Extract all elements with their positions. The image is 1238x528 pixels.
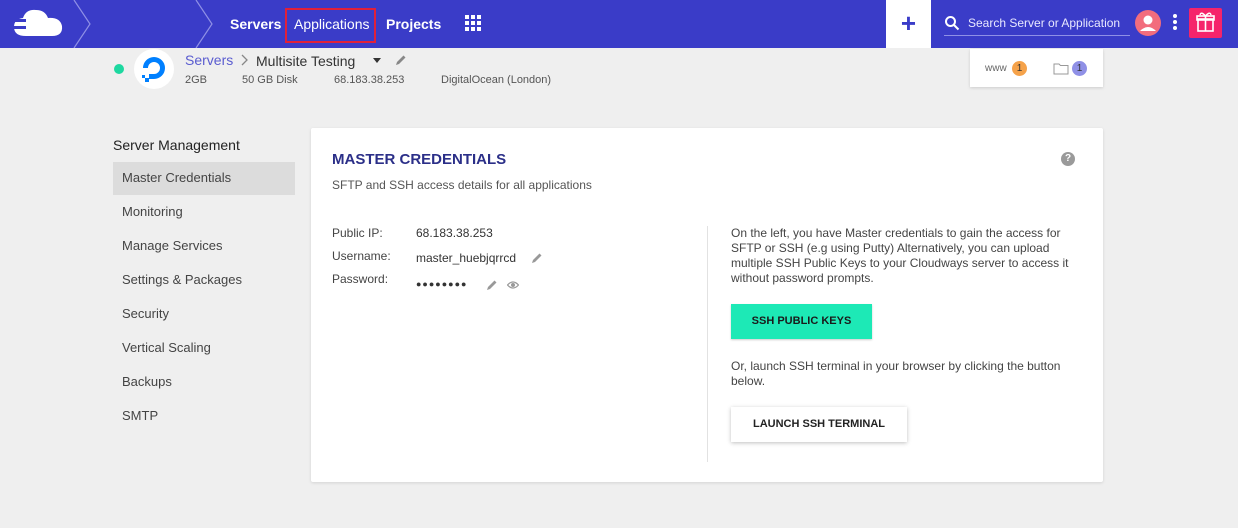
gift-icon bbox=[1196, 12, 1215, 32]
gift-button[interactable] bbox=[1189, 8, 1222, 38]
master-credentials-card: MASTER CREDENTIALS SFTP and SSH access d… bbox=[311, 128, 1103, 482]
username-label: Username: bbox=[332, 249, 391, 263]
sidebar-title: Server Management bbox=[113, 137, 240, 153]
sidebar-item-manage-services[interactable]: Manage Services bbox=[113, 230, 295, 263]
edit-pencil-icon[interactable] bbox=[395, 54, 407, 66]
column-divider bbox=[707, 226, 708, 462]
search-icon bbox=[945, 16, 960, 31]
user-icon bbox=[1140, 15, 1156, 31]
server-ram: 2GB bbox=[185, 74, 208, 86]
server-name[interactable]: Multisite Testing bbox=[256, 53, 355, 69]
server-ip: 68.183.38.253 bbox=[334, 74, 405, 86]
public-ip-value: 68.183.38.253 bbox=[416, 226, 493, 240]
breadcrumb-chevron-icon bbox=[73, 0, 91, 48]
sidebar-item-security[interactable]: Security bbox=[113, 298, 295, 331]
sidebar-item-vertical-scaling[interactable]: Vertical Scaling bbox=[113, 332, 295, 365]
folder-count-badge[interactable]: 1 bbox=[1072, 61, 1087, 76]
cloudways-logo-icon[interactable] bbox=[8, 6, 68, 42]
card-title: MASTER CREDENTIALS bbox=[332, 151, 507, 168]
sidebar-item-monitoring[interactable]: Monitoring bbox=[113, 196, 295, 229]
www-count-badge[interactable]: 1 bbox=[1012, 61, 1027, 76]
credentials-info-text: On the left, you have Master credentials… bbox=[731, 226, 1069, 285]
breadcrumb-servers-link[interactable]: Servers bbox=[185, 52, 233, 68]
edit-username-pencil-icon[interactable] bbox=[531, 252, 543, 264]
username-value: master_huebjqrrcd bbox=[416, 251, 517, 265]
search-input[interactable] bbox=[968, 14, 1128, 32]
public-ip-label: Public IP: bbox=[332, 226, 383, 240]
digitalocean-logo-icon bbox=[134, 49, 174, 89]
chevron-right-icon bbox=[241, 54, 248, 66]
nav-projects[interactable]: Projects bbox=[386, 16, 441, 32]
launch-ssh-terminal-button[interactable]: LAUNCH SSH TERMINAL bbox=[731, 407, 907, 442]
chevron-down-icon[interactable] bbox=[373, 58, 381, 63]
apps-grid-icon[interactable] bbox=[465, 15, 481, 31]
ssh-public-keys-button[interactable]: SSH PUBLIC KEYS bbox=[731, 304, 872, 339]
nav-applications[interactable]: Applications bbox=[294, 16, 370, 32]
launch-terminal-info-text: Or, launch SSH terminal in your browser … bbox=[731, 359, 1061, 388]
help-icon[interactable]: ? bbox=[1061, 152, 1075, 166]
add-button[interactable]: + bbox=[886, 0, 931, 48]
sidebar-item-master-credentials[interactable]: Master Credentials bbox=[113, 162, 295, 195]
server-provider: DigitalOcean (London) bbox=[441, 74, 552, 86]
server-status-dot bbox=[114, 64, 124, 74]
card-subtitle: SFTP and SSH access details for all appl… bbox=[332, 178, 592, 192]
edit-password-pencil-icon[interactable] bbox=[486, 279, 498, 291]
breadcrumb-chevron-icon bbox=[195, 0, 213, 48]
sidebar-item-smtp[interactable]: SMTP bbox=[113, 400, 295, 433]
server-stats-card: www 1 1 bbox=[970, 49, 1103, 87]
www-label: www bbox=[985, 63, 1007, 74]
password-label: Password: bbox=[332, 272, 389, 286]
folder-icon bbox=[1053, 63, 1069, 75]
avatar[interactable] bbox=[1135, 10, 1161, 36]
top-navigation-bar: Servers Applications Projects + bbox=[0, 0, 1238, 48]
password-value: ●●●●●●●● bbox=[416, 279, 468, 289]
kebab-menu-icon[interactable] bbox=[1172, 14, 1178, 34]
sidebar-item-settings-packages[interactable]: Settings & Packages bbox=[113, 264, 295, 297]
nav-servers[interactable]: Servers bbox=[230, 16, 281, 32]
search-box bbox=[944, 12, 1130, 36]
show-password-eye-icon[interactable] bbox=[507, 279, 519, 291]
sidebar-item-backups[interactable]: Backups bbox=[113, 366, 295, 399]
server-disk: 50 GB Disk bbox=[242, 74, 298, 86]
